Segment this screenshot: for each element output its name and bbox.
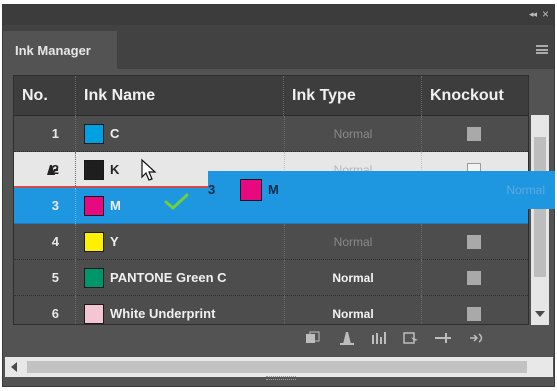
panel-menu-icon[interactable] <box>536 45 548 54</box>
scroll-down-arrow-icon[interactable] <box>535 311 545 317</box>
ghost-ink-name: M <box>268 182 279 197</box>
ink-name: K <box>110 162 120 177</box>
knockout-checkbox[interactable] <box>467 235 481 249</box>
knockout-checkbox[interactable] <box>467 271 481 285</box>
ink-order-icon[interactable] <box>371 331 387 345</box>
horizontal-scroll-thumb[interactable] <box>27 361 527 373</box>
checkmark-icon <box>164 193 189 211</box>
tab-row: Ink Manager <box>3 25 554 69</box>
pen-icon[interactable] <box>339 331 355 345</box>
ink-type[interactable]: Normal <box>284 296 422 324</box>
ghost-ink-number: 3 <box>208 182 216 197</box>
ink-number: 4 <box>14 224 76 260</box>
table-header: No. Ink Name Ink Type Knockout <box>14 76 528 116</box>
ink-type[interactable]: Normal <box>284 260 422 296</box>
ink-name: PANTONE Green C <box>110 270 227 285</box>
ink-number: 5 <box>14 260 76 296</box>
ink-type[interactable]: Normal <box>284 224 422 260</box>
panel-titlebar: ◂◂ × <box>3 5 554 25</box>
ink-swatch <box>84 196 104 216</box>
knockout-checkbox[interactable] <box>467 307 481 321</box>
tab-ink-manager[interactable]: Ink Manager <box>3 31 117 69</box>
table-row[interactable]: 1 C Normal <box>14 116 528 152</box>
ink-number: 3 <box>14 188 76 224</box>
close-icon[interactable]: × <box>542 7 549 21</box>
cursor-icon <box>141 158 157 181</box>
resize-grip-icon[interactable] <box>266 376 296 380</box>
separator-icon[interactable] <box>435 331 451 345</box>
preview-icon[interactable] <box>403 331 419 345</box>
ink-type[interactable]: Normal <box>284 116 422 152</box>
ink-number: 1 <box>14 116 76 152</box>
drag-ghost-row: 3 M Normal <box>208 171 555 209</box>
knockout-checkbox[interactable] <box>467 127 481 141</box>
ink-swatch <box>84 304 104 324</box>
table-row[interactable]: 5 PANTONE Green C Normal <box>14 260 528 296</box>
ink-name: White Underprint <box>110 306 216 321</box>
ink-swatch <box>84 160 104 180</box>
panel-toolbar <box>3 325 554 351</box>
ghost-ink-type: Normal <box>506 183 545 197</box>
header-ink-name[interactable]: Ink Name <box>76 76 284 116</box>
ink-swatch <box>84 232 104 252</box>
swap-icon[interactable] <box>469 331 485 345</box>
ink-swatch <box>84 124 104 144</box>
ghost-ink-swatch <box>240 179 262 201</box>
ink-number: 6 <box>14 296 76 324</box>
ink-name: C <box>110 126 120 141</box>
ink-swatch <box>84 268 104 288</box>
ink-name: Y <box>110 234 119 249</box>
table-row[interactable]: 6 White Underprint Normal <box>14 296 528 324</box>
ink-number: 2 <box>14 152 76 188</box>
horizontal-scrollbar[interactable] <box>5 357 553 377</box>
header-no[interactable]: No. <box>14 76 76 116</box>
header-knockout[interactable]: Knockout <box>422 76 528 116</box>
ink-name: M <box>110 198 121 213</box>
ink-alias-icon[interactable] <box>305 331 321 345</box>
scroll-left-arrow-icon[interactable] <box>11 362 17 372</box>
header-ink-type[interactable]: Ink Type <box>284 76 422 116</box>
table-row[interactable]: 4 Y Normal <box>14 224 528 260</box>
collapse-icon[interactable]: ◂◂ <box>529 9 537 20</box>
